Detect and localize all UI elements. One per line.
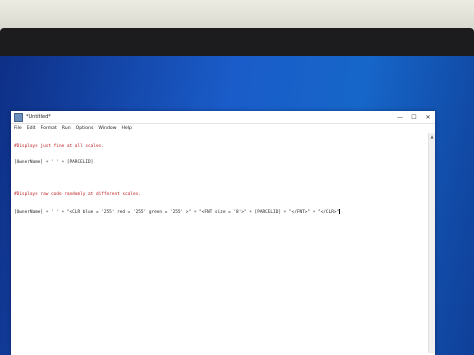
text-cursor	[339, 208, 340, 214]
menu-file[interactable]: File	[14, 126, 22, 131]
title-bar[interactable]: *Untitled* — ☐ ✕	[11, 111, 435, 124]
menu-bar: File Edit Format Run Options Window Help	[11, 124, 435, 132]
menu-run[interactable]: Run	[62, 126, 71, 131]
menu-options[interactable]: Options	[76, 126, 94, 131]
code-line-comment: #Displays raw code randomly at different…	[14, 192, 141, 198]
vertical-scrollbar[interactable]: ▲	[428, 133, 435, 353]
scroll-up-icon[interactable]: ▲	[429, 133, 435, 139]
menu-help[interactable]: Help	[121, 126, 131, 131]
menu-window[interactable]: Window	[98, 126, 116, 131]
code-editor[interactable]: #Displays just fine at all scales. [Owne…	[14, 133, 428, 353]
minimize-button[interactable]: —	[393, 111, 407, 123]
maximize-button[interactable]: ☐	[407, 111, 421, 123]
code-line: [OwnerName] + ' ' + "<CLR blue = '255' r…	[14, 208, 428, 215]
close-button[interactable]: ✕	[421, 111, 435, 123]
menu-format[interactable]: Format	[41, 126, 57, 131]
code-line-text: [OwnerName] + ' ' + "<CLR blue = '255' r…	[14, 209, 340, 215]
app-icon	[14, 112, 23, 122]
code-line-comment: #Displays just fine at all scales.	[14, 143, 104, 149]
desktop: *Untitled* — ☐ ✕ File Edit Format Run Op…	[0, 56, 474, 355]
editor-window: *Untitled* — ☐ ✕ File Edit Format Run Op…	[11, 111, 435, 355]
code-line: [OwnerName] + ' ' + [PARCELID]	[14, 160, 94, 166]
menu-edit[interactable]: Edit	[27, 126, 36, 131]
window-title: *Untitled*	[26, 114, 51, 120]
